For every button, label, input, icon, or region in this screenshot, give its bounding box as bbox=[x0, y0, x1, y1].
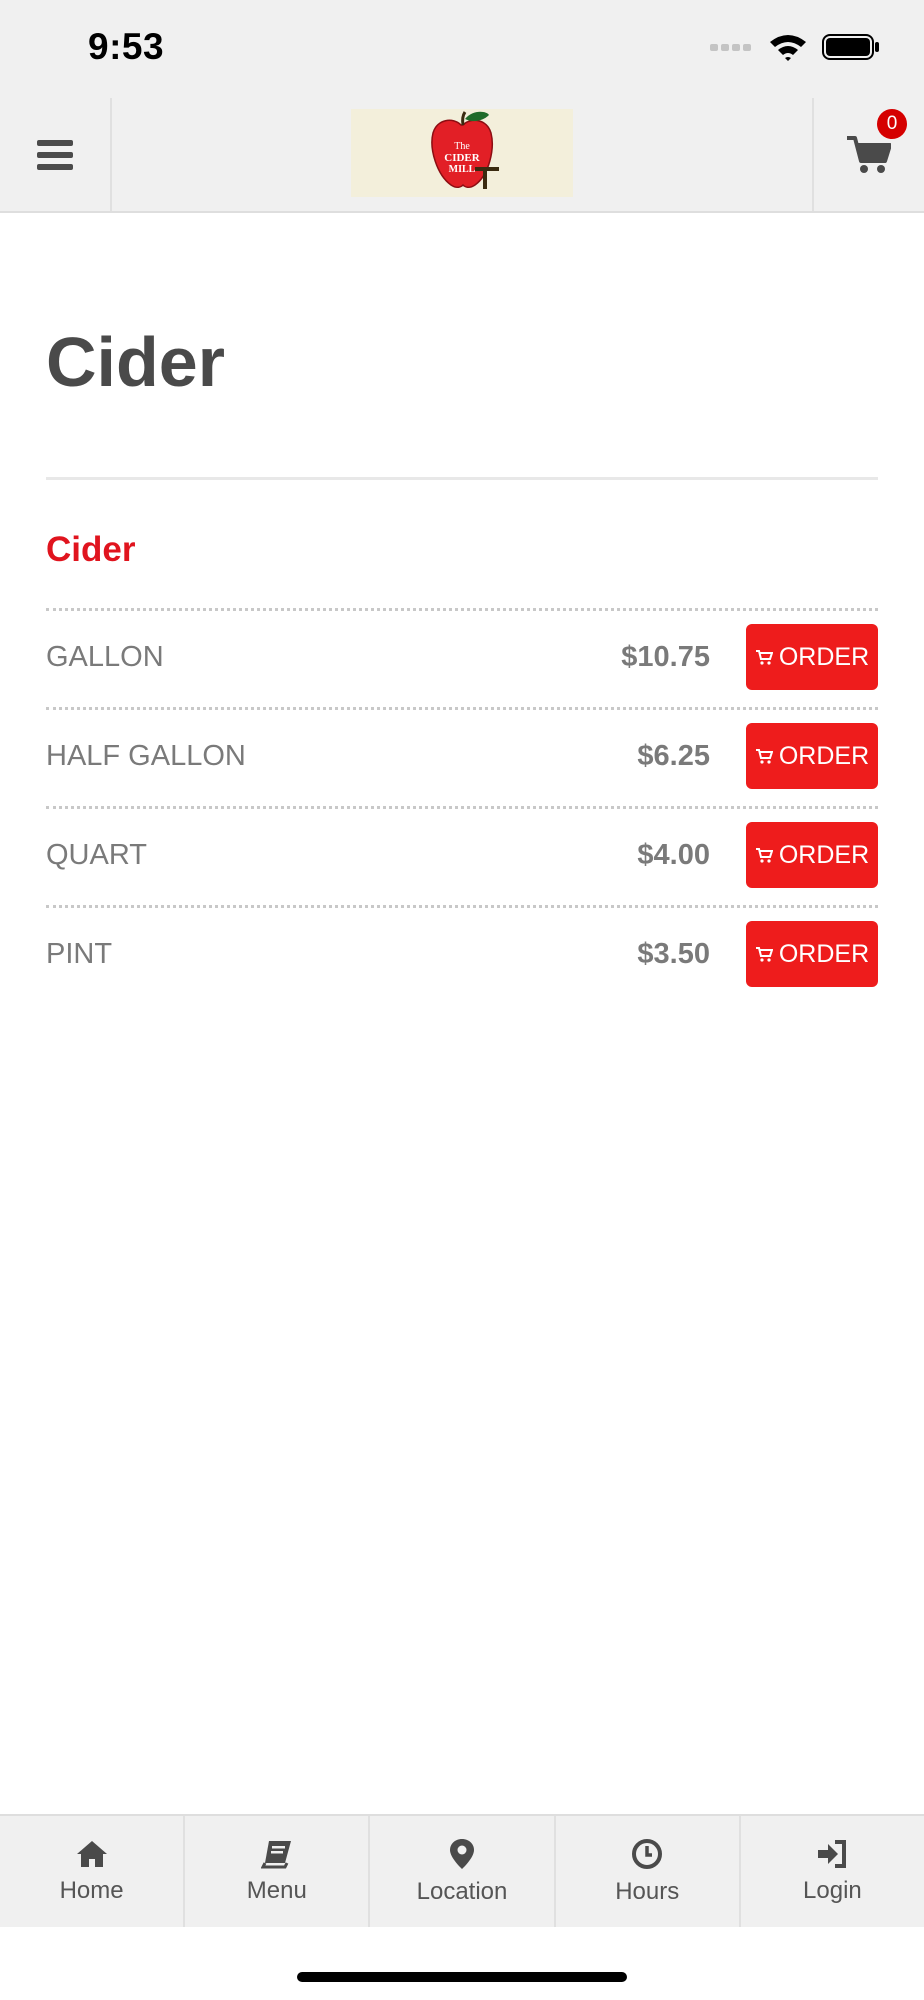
status-icons bbox=[710, 32, 880, 62]
menu-button[interactable] bbox=[0, 98, 112, 211]
cart-icon bbox=[755, 650, 773, 665]
order-button[interactable]: ORDER bbox=[746, 723, 878, 789]
status-bar: 9:53 bbox=[0, 0, 924, 98]
item-price: $6.25 bbox=[637, 740, 710, 772]
order-button[interactable]: ORDER bbox=[746, 921, 878, 987]
home-indicator[interactable] bbox=[297, 1972, 627, 1982]
tab-label: Hours bbox=[615, 1877, 680, 1905]
tab-label: Home bbox=[59, 1876, 124, 1904]
section-title: Cider bbox=[46, 530, 136, 569]
order-button-label: ORDER bbox=[778, 642, 870, 671]
menu-item-row: QUART $4.00 ORDER bbox=[46, 806, 878, 905]
clock-icon bbox=[632, 1838, 663, 1869]
item-name: QUART bbox=[46, 839, 147, 871]
battery-icon bbox=[822, 34, 879, 60]
item-name: PINT bbox=[46, 938, 113, 970]
tab-label: Menu bbox=[246, 1876, 307, 1904]
brand-logo[interactable]: The CIDER MILL bbox=[351, 109, 573, 197]
item-name: GALLON bbox=[46, 641, 164, 673]
cellular-signal-icon bbox=[710, 44, 751, 51]
tab-login[interactable]: Login bbox=[741, 1816, 924, 1927]
order-button[interactable]: ORDER bbox=[746, 624, 878, 690]
cart-count-badge: 0 bbox=[877, 108, 907, 139]
menu-item-row: HALF GALLON $6.25 ORDER bbox=[46, 707, 878, 806]
tab-label: Location bbox=[416, 1877, 508, 1905]
order-button-label: ORDER bbox=[778, 939, 870, 968]
cider-mill-logo: The CIDER MILL bbox=[431, 111, 499, 189]
bottom-tab-bar: Home Menu Location Hours Login bbox=[0, 1814, 924, 1927]
cart-button[interactable]: 0 bbox=[812, 98, 924, 211]
tab-home[interactable]: Home bbox=[0, 1816, 186, 1927]
tab-menu[interactable]: Menu bbox=[185, 1816, 371, 1927]
cart-icon bbox=[755, 848, 773, 863]
item-price: $3.50 bbox=[637, 938, 710, 970]
menu-item-row: PINT $3.50 ORDER bbox=[46, 905, 878, 1004]
app-header: The CIDER MILL 0 bbox=[0, 98, 924, 213]
logo-text-mill: MILL bbox=[449, 164, 476, 175]
cart-icon bbox=[755, 749, 773, 764]
order-button[interactable]: ORDER bbox=[746, 822, 878, 888]
item-name: HALF GALLON bbox=[46, 740, 246, 772]
shopping-cart-icon bbox=[847, 135, 892, 173]
hamburger-menu-icon bbox=[37, 139, 73, 170]
title-divider bbox=[46, 477, 878, 480]
logo-text-cider: CIDER bbox=[444, 152, 481, 164]
wifi-icon bbox=[770, 35, 806, 61]
tab-hours[interactable]: Hours bbox=[556, 1816, 741, 1927]
book-icon bbox=[260, 1840, 291, 1868]
menu-item-row: GALLON $10.75 ORDER bbox=[46, 608, 878, 707]
order-button-label: ORDER bbox=[778, 741, 870, 770]
location-pin-icon bbox=[450, 1838, 474, 1869]
logo-text-the: The bbox=[454, 141, 470, 152]
item-price: $4.00 bbox=[637, 839, 710, 871]
login-icon bbox=[818, 1839, 847, 1868]
tab-location[interactable]: Location bbox=[370, 1816, 556, 1927]
page-title: Cider bbox=[46, 323, 225, 401]
home-icon bbox=[76, 1840, 107, 1867]
order-button-label: ORDER bbox=[778, 840, 870, 869]
menu-item-list: GALLON $10.75 ORDER HALF GALLON $6.25 OR… bbox=[46, 608, 878, 1004]
item-price: $10.75 bbox=[621, 641, 710, 673]
cart-icon bbox=[755, 947, 773, 962]
status-time: 9:53 bbox=[88, 26, 165, 67]
tab-label: Login bbox=[803, 1876, 862, 1904]
